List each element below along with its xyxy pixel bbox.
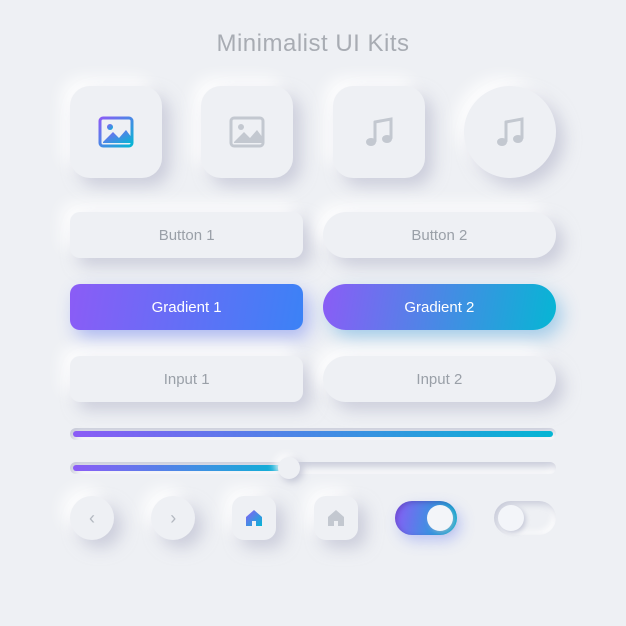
home-button-gradient[interactable] <box>232 496 276 540</box>
gradient-button-2[interactable]: Gradient 2 <box>323 284 556 330</box>
prev-button[interactable]: ‹ <box>70 496 114 540</box>
chevron-left-icon: ‹ <box>89 508 95 529</box>
image-icon <box>96 112 136 152</box>
gradient-button-1[interactable]: Gradient 1 <box>70 284 303 330</box>
input-2[interactable]: Input 2 <box>323 356 556 402</box>
home-button-muted[interactable] <box>314 496 358 540</box>
icon-tile-row <box>70 86 556 178</box>
image-icon <box>227 112 267 152</box>
input-1[interactable]: Input 1 <box>70 356 303 402</box>
music-icon <box>359 112 399 152</box>
slider-handle[interactable] <box>278 457 300 479</box>
home-icon <box>325 507 347 529</box>
input-row: Input 1 Input 2 <box>70 356 556 402</box>
toggle-off[interactable] <box>494 501 556 535</box>
bottom-controls: ‹ › <box>70 496 556 540</box>
gradient-button-row: Gradient 1 Gradient 2 <box>70 284 556 330</box>
button-1[interactable]: Button 1 <box>70 212 303 258</box>
music-circle[interactable] <box>464 86 556 178</box>
image-tile-gradient[interactable] <box>70 86 162 178</box>
music-icon <box>490 112 530 152</box>
plain-button-row: Button 1 Button 2 <box>70 212 556 258</box>
home-icon <box>243 507 265 529</box>
music-tile[interactable] <box>333 86 425 178</box>
slider-full[interactable] <box>70 428 556 440</box>
chevron-right-icon: › <box>170 508 176 529</box>
toggle-knob <box>427 505 453 531</box>
toggle-on[interactable] <box>395 501 457 535</box>
button-2[interactable]: Button 2 <box>323 212 556 258</box>
toggle-knob <box>498 505 524 531</box>
image-tile-muted[interactable] <box>201 86 293 178</box>
next-button[interactable]: › <box>151 496 195 540</box>
slider-partial[interactable] <box>70 462 556 474</box>
page-title: Minimalist UI Kits <box>216 30 409 58</box>
